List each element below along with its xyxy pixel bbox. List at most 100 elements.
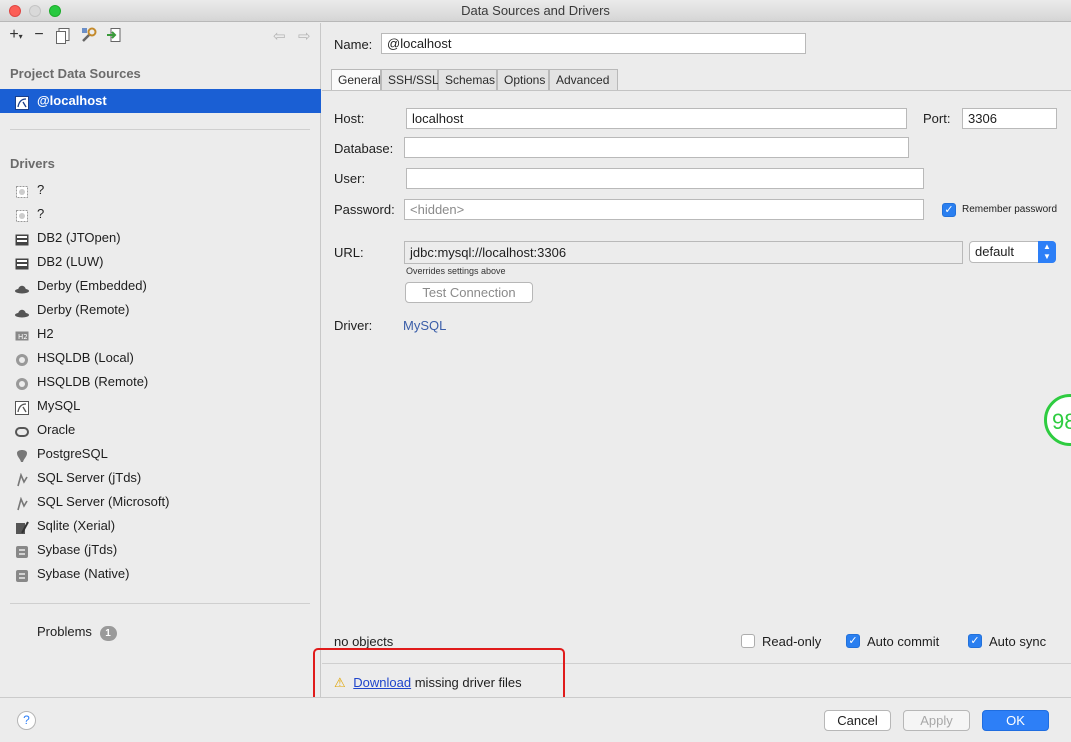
generic-driver-icon xyxy=(15,207,29,222)
user-label: User: xyxy=(334,171,366,186)
derby-hat-icon xyxy=(15,279,29,294)
driver-item[interactable]: HSQLDB (Remote) xyxy=(0,370,320,394)
read-only-checkbox[interactable] xyxy=(741,634,755,648)
database-input[interactable] xyxy=(404,137,909,158)
window-title: Data Sources and Drivers xyxy=(461,3,610,18)
url-note: Overrides settings above xyxy=(406,266,506,276)
tab-options[interactable]: Options xyxy=(497,69,549,91)
sybase-icon xyxy=(15,543,29,558)
auto-commit-checkbox[interactable]: ✓ xyxy=(846,634,860,648)
driver-label: HSQLDB (Local) xyxy=(37,350,134,365)
driver-label: Driver: xyxy=(334,318,373,333)
mysql-icon xyxy=(15,94,29,110)
add-button[interactable]: +▾ xyxy=(7,26,25,44)
driver-item[interactable]: Sybase (Native) xyxy=(0,562,320,586)
auto-sync-checkbox[interactable]: ✓ xyxy=(968,634,982,648)
driver-item[interactable]: MySQL xyxy=(0,394,320,418)
driver-label: SQL Server (Microsoft) xyxy=(37,494,170,509)
back-arrow-icon[interactable]: ⇦ xyxy=(273,27,286,45)
driver-item[interactable]: Derby (Remote) xyxy=(0,298,320,322)
divider xyxy=(10,603,310,604)
url-mode-select[interactable]: default ▲ ▼ xyxy=(969,241,1056,263)
db2-icon xyxy=(15,231,29,246)
objects-status: no objects xyxy=(334,634,394,649)
driver-item[interactable]: SQL Server (jTds) xyxy=(0,466,320,490)
import-icon[interactable] xyxy=(106,27,122,43)
auto-sync-label: Auto sync xyxy=(989,634,1047,649)
user-input[interactable] xyxy=(406,168,924,189)
drivers-title: Drivers xyxy=(10,156,55,171)
problems-item[interactable]: Problems 1 xyxy=(37,624,117,641)
driver-link[interactable]: MySQL xyxy=(403,318,446,333)
db2-icon xyxy=(15,255,29,270)
tab-bar: General SSH/SSL Schemas Options Advanced xyxy=(331,69,618,91)
cancel-button[interactable]: Cancel xyxy=(824,710,891,731)
url-label: URL: xyxy=(334,245,364,260)
data-source-label: @localhost xyxy=(37,93,107,108)
password-label: Password: xyxy=(334,202,395,217)
remember-password-checkbox[interactable]: ✓ xyxy=(942,203,956,217)
driver-item[interactable]: Sybase (jTds) xyxy=(0,538,320,562)
project-data-sources-title: Project Data Sources xyxy=(10,66,141,81)
test-connection-button[interactable]: Test Connection xyxy=(405,282,533,303)
driver-label: Sqlite (Xerial) xyxy=(37,518,116,533)
problems-label: Problems xyxy=(37,624,92,639)
sqlserver-icon xyxy=(15,495,29,511)
help-button[interactable]: ? xyxy=(17,711,36,730)
remember-password-label: Remember password xyxy=(962,204,1058,215)
driver-item[interactable]: ? xyxy=(0,178,320,202)
host-input[interactable]: localhost xyxy=(406,108,907,129)
problems-count-badge: 1 xyxy=(99,626,117,641)
divider xyxy=(10,129,310,130)
left-panel: +▾ − ⇦ ⇨ Project Data Sources @localhost… xyxy=(0,23,321,697)
bottom-bar: ? Cancel Apply OK xyxy=(0,697,1071,742)
driver-label: ? xyxy=(37,182,45,197)
name-label: Name: xyxy=(334,37,373,52)
tab-schemas[interactable]: Schemas xyxy=(438,69,497,91)
close-window-button[interactable] xyxy=(9,5,21,17)
maximize-window-button[interactable] xyxy=(49,5,61,17)
driver-item[interactable]: H2 H2 xyxy=(0,322,320,346)
duplicate-icon[interactable] xyxy=(56,28,70,44)
url-input[interactable]: jdbc:mysql://localhost:3306 xyxy=(404,241,963,264)
driver-item[interactable]: SQL Server (Microsoft) xyxy=(0,490,320,514)
derby-hat-icon xyxy=(15,303,29,318)
data-source-item-localhost[interactable]: @localhost xyxy=(0,89,321,113)
name-input[interactable]: @localhost xyxy=(381,33,806,54)
auto-commit-label: Auto commit xyxy=(867,634,940,649)
forward-arrow-icon[interactable]: ⇨ xyxy=(298,27,311,45)
port-input[interactable]: 3306 xyxy=(962,108,1057,129)
driver-settings-icon[interactable] xyxy=(81,27,97,43)
highlight-box xyxy=(313,648,565,703)
ok-button[interactable]: OK xyxy=(982,710,1049,731)
tab-ssh-ssl[interactable]: SSH/SSL xyxy=(381,69,439,91)
driver-item[interactable]: Oracle xyxy=(0,418,320,442)
sqlite-icon xyxy=(15,519,29,534)
driver-item[interactable]: Derby (Embedded) xyxy=(0,274,320,298)
driver-item[interactable]: ? xyxy=(0,202,320,226)
driver-item[interactable]: Sqlite (Xerial) xyxy=(0,514,320,538)
password-input[interactable]: <hidden> xyxy=(404,199,924,220)
driver-label: ? xyxy=(37,206,45,221)
host-label: Host: xyxy=(334,111,365,126)
driver-label: H2 xyxy=(37,326,54,341)
url-mode-value: default xyxy=(975,244,1015,259)
tab-divider xyxy=(322,90,1071,91)
driver-item[interactable]: DB2 (LUW) xyxy=(0,250,320,274)
hsqldb-icon xyxy=(15,351,29,366)
chevron-up-down-icon: ▲ ▼ xyxy=(1038,241,1056,263)
read-only-label: Read-only xyxy=(762,634,822,649)
sqlserver-icon xyxy=(15,471,29,487)
driver-label: HSQLDB (Remote) xyxy=(37,374,149,389)
tab-general[interactable]: General xyxy=(331,69,381,91)
driver-item[interactable]: PostgreSQL xyxy=(0,442,320,466)
driver-item[interactable]: DB2 (JTOpen) xyxy=(0,226,320,250)
driver-label: SQL Server (jTds) xyxy=(37,470,142,485)
tab-advanced[interactable]: Advanced xyxy=(549,69,618,91)
side-badge: 98 xyxy=(1044,394,1071,446)
minimize-window-button[interactable] xyxy=(29,5,41,17)
remove-button[interactable]: − xyxy=(30,26,48,44)
driver-item[interactable]: HSQLDB (Local) xyxy=(0,346,320,370)
apply-button[interactable]: Apply xyxy=(903,710,970,731)
side-badge-value: 98 xyxy=(1052,409,1071,434)
